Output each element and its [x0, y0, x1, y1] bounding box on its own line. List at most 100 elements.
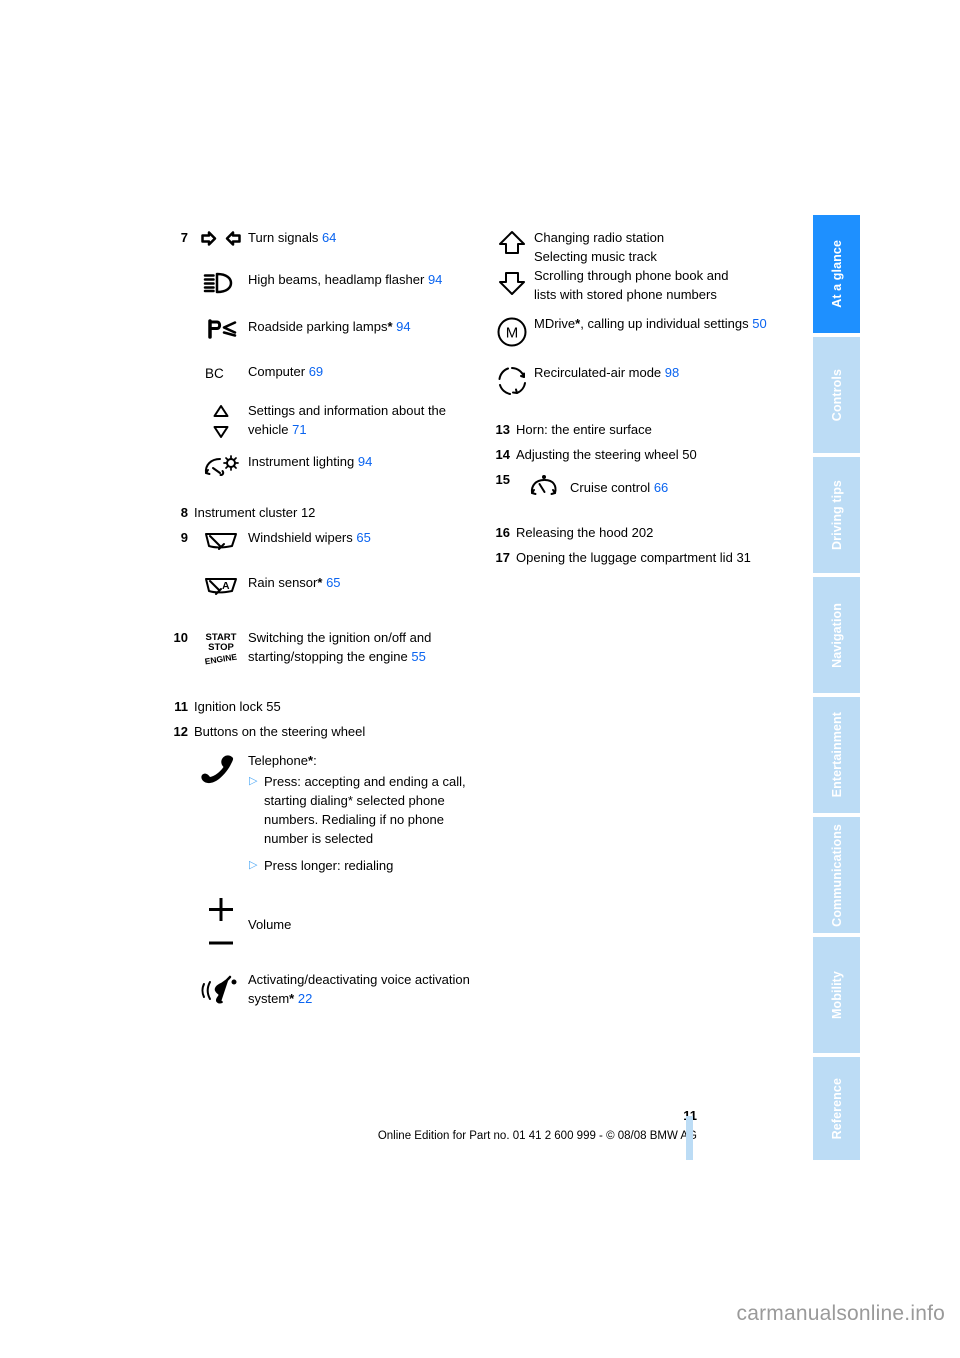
arrow-description: Changing radio station Selecting music t… [534, 228, 800, 304]
page-reference[interactable]: 31 [736, 550, 750, 565]
list-item-settings-information: Settings and information about the vehic… [168, 401, 478, 442]
sidebar-tab-controls[interactable]: Controls [813, 335, 860, 453]
list-item-17-opening-luggage-lid: 17 Opening the luggage compartment lid 3… [490, 548, 800, 567]
entry-label: Recirculated-air mode [534, 365, 662, 380]
entry-label: Horn: the entire surface [516, 422, 652, 437]
item-number: 9 [180, 530, 188, 545]
list-item-7-turn-signals: 7 Turn signals 64 [168, 228, 478, 248]
svg-text:A: A [222, 580, 230, 592]
volume-plus-minus-icon [194, 893, 248, 956]
page-reference[interactable]: 65 [356, 530, 370, 545]
entry-label: High beams, headlamp flasher [248, 272, 425, 287]
entry-label: Roadside parking lamps [248, 319, 388, 334]
imprint-line: Online Edition for Part no. 01 41 2 600 … [377, 1130, 697, 1142]
item-number: 13 [495, 422, 510, 437]
list-item-14-adjusting-steering-wheel: 14 Adjusting the steering wheel 50 [490, 445, 800, 464]
page-number: 11 [0, 1108, 697, 1123]
telephone-heading: Telephone*: [248, 753, 317, 768]
telephone-bullet-list: ▷ Press: accepting and ending a call, st… [248, 772, 478, 875]
rain-sensor-icon: A [194, 573, 248, 600]
roadside-parking-lamps-icon [194, 317, 248, 340]
page-reference[interactable]: 50 [752, 316, 766, 331]
triangle-bullet-icon: ▷ [249, 775, 258, 787]
page-reference[interactable]: 94 [396, 319, 410, 334]
sidebar-tab-communications[interactable]: Communications [813, 815, 860, 933]
arrow-down-icon [499, 272, 525, 295]
item-number: 8 [180, 505, 188, 520]
windshield-wipers-icon [194, 528, 248, 555]
list-item-10-start-stop: 10 START STOP ENGINE Switching the ignit… [168, 628, 478, 669]
list-item-instrument-lighting: Instrument lighting 94 [168, 452, 478, 481]
bc-computer-icon: BC [194, 362, 248, 383]
page-reference[interactable]: 65 [326, 575, 340, 590]
svg-text:BC: BC [205, 366, 224, 381]
sidebar-tab-mobility[interactable]: Mobility [813, 935, 860, 1053]
page-reference[interactable]: 22 [298, 991, 312, 1006]
item-number: 17 [495, 550, 510, 565]
list-item-computer: BC Computer 69 [168, 362, 478, 383]
entry-label: Opening the luggage compartment lid [516, 550, 733, 565]
turn-signals-icon [194, 228, 248, 248]
arrow-icons-group [490, 228, 534, 297]
list-item-13-horn: 13 Horn: the entire surface [490, 420, 800, 439]
page-reference[interactable]: 98 [665, 365, 679, 380]
list-item-16-releasing-hood: 16 Releasing the hood 202 [490, 523, 800, 542]
sidebar-tab-at-a-glance[interactable]: At a glance [813, 215, 860, 333]
sidebar-tab-navigation[interactable]: Navigation [813, 575, 860, 693]
sidebar-tab-label: Mobility [829, 970, 844, 1020]
svg-text:M: M [506, 325, 519, 342]
list-item-volume: Volume [168, 893, 478, 956]
entry-label: Instrument lighting [248, 454, 355, 469]
entry-label: Activating/deactivating voice activation… [248, 972, 470, 1006]
entry-label: Volume [248, 917, 292, 932]
recirculated-air-icon [490, 363, 534, 398]
entry-label: Ignition lock [194, 699, 263, 714]
page-reference[interactable]: 12 [301, 505, 315, 520]
svg-text:START: START [206, 632, 237, 643]
page-reference[interactable]: 94 [428, 272, 442, 287]
page-reference[interactable]: 71 [292, 422, 306, 437]
arrow-line-2: Selecting music track [534, 249, 657, 264]
sidebar-tab-label: Controls [829, 368, 844, 422]
page-reference[interactable]: 64 [322, 230, 336, 245]
list-item-15-cruise-control: 15 Cruise control 66 [490, 470, 800, 501]
sidebar-tab-label: Navigation [829, 602, 844, 668]
arrow-line-4: lists with stored phone numbers [534, 287, 717, 302]
list-item-high-beams: High beams, headlamp flasher 94 [168, 270, 478, 295]
sidebar-tab-reference[interactable]: Reference [813, 1055, 860, 1160]
entry-label: Turn signals [248, 230, 319, 245]
option-star: * [317, 575, 323, 590]
left-column: 7 Turn signals 64 High beams, headlamp f… [168, 228, 478, 1008]
page-reference[interactable]: 69 [309, 364, 323, 379]
list-item-11-ignition-lock: 11 Ignition lock 55 [168, 697, 478, 716]
svg-text:STOP: STOP [208, 642, 234, 653]
page-reference[interactable]: 66 [654, 480, 668, 495]
sidebar-tab-entertainment[interactable]: Entertainment [813, 695, 860, 813]
entry-label: Adjusting the steering wheel [516, 447, 679, 462]
entry-label: Buttons on the steering wheel [194, 724, 366, 739]
page-reference[interactable]: 55 [266, 699, 280, 714]
right-column: Changing radio station Selecting music t… [490, 228, 800, 567]
start-stop-engine-icon: START STOP ENGINE [194, 628, 248, 669]
page-reference[interactable]: 94 [358, 454, 372, 469]
page-reference[interactable]: 55 [411, 649, 425, 664]
option-star: * [387, 319, 393, 334]
sidebar-tab-driving-tips[interactable]: Driving tips [813, 455, 860, 573]
footer-accent-bar [686, 1116, 693, 1160]
high-beams-icon [194, 270, 248, 295]
entry-label: Settings and information about the vehic… [248, 403, 447, 437]
entry-label: Rain sensor [248, 575, 318, 590]
list-item-voice-activation: Activating/deactivating voice activation… [168, 970, 478, 1008]
item-number: 16 [495, 525, 510, 540]
entry-label: MDrive [534, 316, 576, 331]
page-reference[interactable]: 202 [632, 525, 654, 540]
sidebar-tab-label: Driving tips [829, 480, 844, 550]
list-item: ▷ Press: accepting and ending a call, st… [248, 772, 478, 848]
list-item-recirculated-air: Recirculated-air mode 98 [490, 363, 800, 398]
entry-label: Windshield wipers [248, 530, 353, 545]
telephone-handset-icon [194, 751, 248, 786]
voice-activation-icon [194, 970, 248, 1007]
page-reference[interactable]: 50 [682, 447, 696, 462]
list-item-roadside-parking-lamps: Roadside parking lamps* 94 [168, 317, 478, 340]
list-item-9-windshield-wipers: 9 Windshield wipers 65 [168, 528, 478, 555]
